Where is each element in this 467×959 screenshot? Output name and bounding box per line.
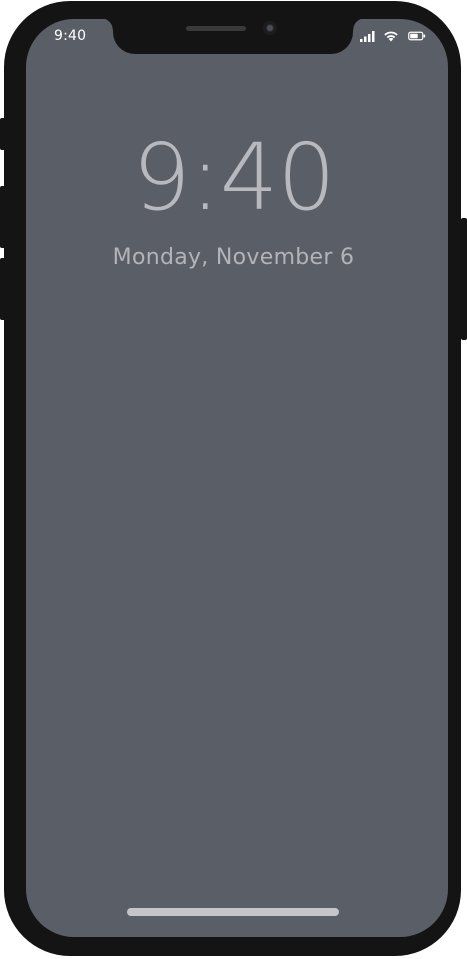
cellular-signal-icon [360,31,375,42]
notch [101,18,365,54]
device-mockup: 9:40 9:40 Monday, November 6 [0,0,467,959]
power-button [461,218,467,340]
lock-screen-date: Monday, November 6 [112,245,355,270]
battery-icon [408,31,426,41]
home-indicator[interactable] [127,908,339,916]
lock-screen-clock: 9:40 [132,124,336,231]
status-bar-time: 9:40 [54,28,87,44]
earpiece-speaker [186,26,246,31]
wifi-icon [384,31,398,42]
status-bar-icons [358,30,428,44]
front-camera-icon [263,21,277,35]
